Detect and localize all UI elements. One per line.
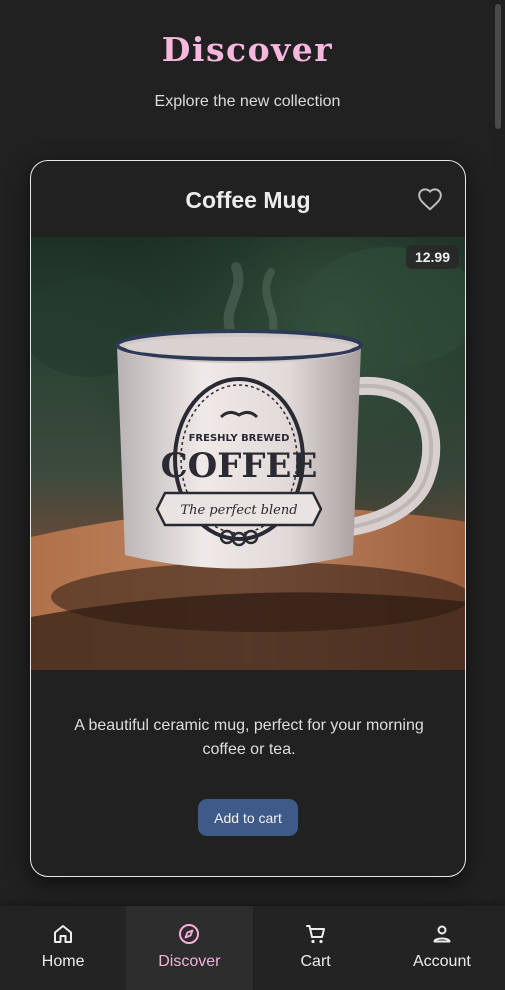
page-header: Discover Explore the new collection [0,30,495,111]
nav-label-home: Home [41,953,85,970]
product-description: A beautiful ceramic mug, perfect for you… [74,717,424,758]
mug-text-top: FRESHLY BREWED [189,433,290,444]
coffee-mug-photo: FRESHLY BREWED COFFEE The perfect blend [31,237,465,670]
scrollbar-thumb[interactable] [495,4,501,129]
nav-label-account: Account [412,953,471,970]
bottom-navigation: Home Discover Cart Account [0,906,505,990]
product-image: FRESHLY BREWED COFFEE The perfect blend … [31,237,465,670]
page-subtitle: Explore the new collection [154,93,341,110]
compass-icon [179,924,200,944]
nav-item-cart[interactable]: Cart [253,906,379,990]
nav-item-discover[interactable]: Discover [126,906,253,990]
page-title: Discover [161,30,334,69]
nav-label-discover: Discover [158,953,221,970]
discover-page: Discover Explore the new collection Coff… [0,0,505,990]
nav-item-account[interactable]: Account [379,906,505,990]
favorite-button[interactable] [417,187,443,211]
mug-text-main: COFFEE [161,446,318,486]
nav-item-home[interactable]: Home [0,906,126,990]
scrollbar[interactable] [491,0,505,905]
mug-text-ribbon: The perfect blend [180,503,297,518]
add-to-cart-button[interactable]: Add to cart [198,799,298,836]
nav-label-cart: Cart [300,953,331,970]
home-icon [54,925,73,943]
cart-icon [305,925,325,944]
heart-outline-icon [418,188,442,211]
product-title: Coffee Mug [185,187,311,213]
product-card: Coffee Mug FRESHLY BREWED COFFEE The per… [30,160,466,877]
person-icon [433,925,451,943]
price-badge: 12.99 [405,245,459,269]
